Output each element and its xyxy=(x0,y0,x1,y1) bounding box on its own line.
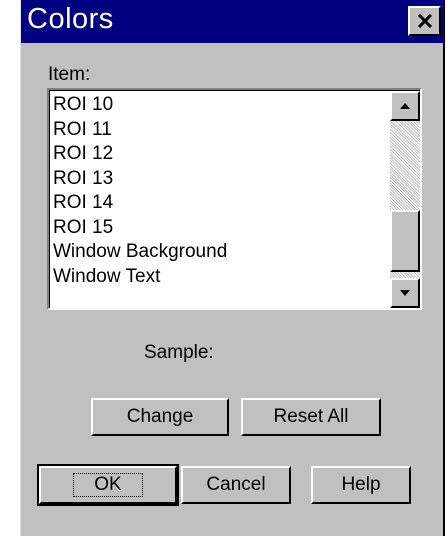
scroll-thumb[interactable] xyxy=(390,210,420,272)
list-item[interactable]: Window Background xyxy=(53,240,227,265)
vertical-scrollbar[interactable] xyxy=(390,91,420,308)
ok-button[interactable]: OK xyxy=(37,464,179,506)
list-item[interactable]: ROI 14 xyxy=(53,191,227,216)
scroll-down-button[interactable] xyxy=(390,278,420,308)
change-button[interactable]: Change xyxy=(91,398,229,436)
list-item[interactable]: ROI 10 xyxy=(53,93,227,118)
close-button[interactable] xyxy=(408,6,441,36)
reset-all-button[interactable]: Reset All xyxy=(241,398,381,436)
item-listbox[interactable]: ROI 10 ROI 11 ROI 12 ROI 13 ROI 14 ROI 1… xyxy=(47,88,422,310)
item-list: ROI 10 ROI 11 ROI 12 ROI 13 ROI 14 ROI 1… xyxy=(53,93,227,289)
ok-button-label: OK xyxy=(73,473,143,497)
scroll-up-button[interactable] xyxy=(390,91,420,121)
list-item[interactable]: ROI 12 xyxy=(53,142,227,167)
list-item[interactable]: ROI 11 xyxy=(53,118,227,143)
item-label: Item: xyxy=(48,64,91,85)
list-item[interactable]: ROI 15 xyxy=(53,216,227,241)
window-title: Colors xyxy=(27,3,114,35)
sample-label: Sample: xyxy=(144,342,214,363)
list-item[interactable]: ROI 13 xyxy=(53,167,227,192)
list-item[interactable]: Window Text xyxy=(53,265,227,290)
help-button[interactable]: Help xyxy=(311,466,411,504)
title-bar[interactable]: Colors xyxy=(21,0,444,43)
up-arrow-icon xyxy=(400,103,410,109)
cancel-button[interactable]: Cancel xyxy=(181,466,291,504)
down-arrow-icon xyxy=(400,290,410,296)
colors-dialog: Colors Item: ROI 10 ROI 11 ROI 12 ROI 13… xyxy=(20,0,445,536)
close-icon xyxy=(417,14,432,28)
